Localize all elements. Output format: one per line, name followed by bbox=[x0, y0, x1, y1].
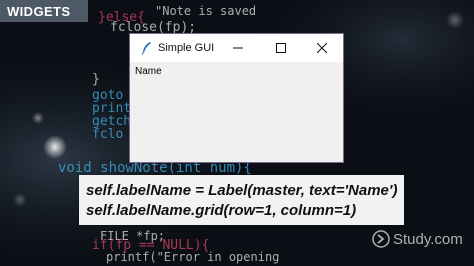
window-title: Simple GUI bbox=[158, 42, 215, 54]
section-header: WIDGETS bbox=[0, 0, 88, 22]
code-line: "Note is saved bbox=[155, 4, 257, 18]
caption-line-2: self.labelName.grid(row=1, column=1) bbox=[86, 202, 357, 219]
minimize-button[interactable] bbox=[220, 34, 256, 62]
window-titlebar[interactable]: Simple GUI bbox=[130, 34, 343, 62]
study-logo: Study.com bbox=[372, 228, 463, 250]
code-line: printf("Error in opening bbox=[106, 250, 280, 264]
code-caption: self.labelName = Label(master, text='Nam… bbox=[79, 175, 404, 225]
maximize-button[interactable] bbox=[263, 34, 299, 62]
name-label: Name bbox=[135, 66, 162, 77]
logo-text: Study.com bbox=[393, 230, 463, 248]
close-button[interactable] bbox=[304, 34, 340, 62]
close-icon bbox=[317, 43, 327, 53]
maximize-icon bbox=[276, 43, 286, 53]
caption-line-1: self.labelName = Label(master, text='Nam… bbox=[86, 182, 398, 199]
arrow-circle-icon bbox=[372, 230, 390, 248]
code-line: } bbox=[92, 72, 100, 87]
minimize-icon bbox=[233, 47, 243, 49]
code-line: fclo bbox=[92, 127, 124, 142]
window-client-area: Name bbox=[130, 62, 343, 161]
app-window[interactable]: Simple GUI Name bbox=[129, 33, 344, 163]
feather-icon bbox=[141, 42, 151, 55]
section-title: WIDGETS bbox=[7, 3, 71, 19]
